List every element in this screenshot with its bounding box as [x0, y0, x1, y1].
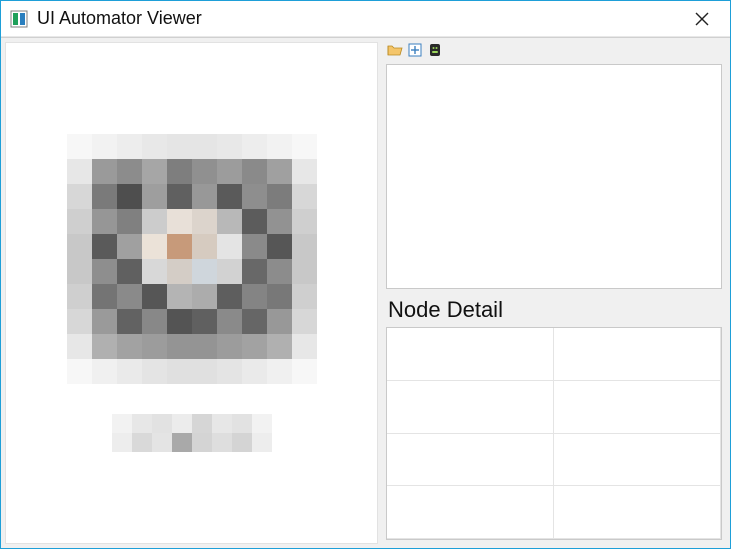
toolbar	[382, 38, 730, 62]
detail-cell	[387, 434, 554, 487]
detail-cell	[554, 328, 721, 381]
hierarchy-tree[interactable]	[386, 64, 722, 289]
screenshot-icon[interactable]	[406, 41, 424, 59]
inspector-panel: Node Detail	[382, 38, 730, 548]
close-button[interactable]	[682, 1, 722, 37]
body-area: Node Detail	[1, 37, 730, 548]
app-window: UI Automator Viewer	[0, 0, 731, 549]
device-icon[interactable]	[426, 41, 444, 59]
detail-cell	[387, 381, 554, 434]
detail-cell	[387, 328, 554, 381]
detail-cell	[387, 486, 554, 539]
detail-cell	[554, 486, 721, 539]
node-detail-label: Node Detail	[382, 289, 730, 327]
node-detail-table[interactable]	[386, 327, 722, 540]
screenshot-caption	[112, 414, 272, 452]
window-title: UI Automator Viewer	[37, 8, 682, 29]
open-folder-icon[interactable]	[386, 41, 404, 59]
screenshot-panel	[5, 42, 378, 544]
device-screenshot	[67, 134, 317, 384]
detail-cell	[554, 434, 721, 487]
detail-cell	[554, 381, 721, 434]
title-bar: UI Automator Viewer	[1, 1, 730, 37]
app-icon	[9, 9, 29, 29]
